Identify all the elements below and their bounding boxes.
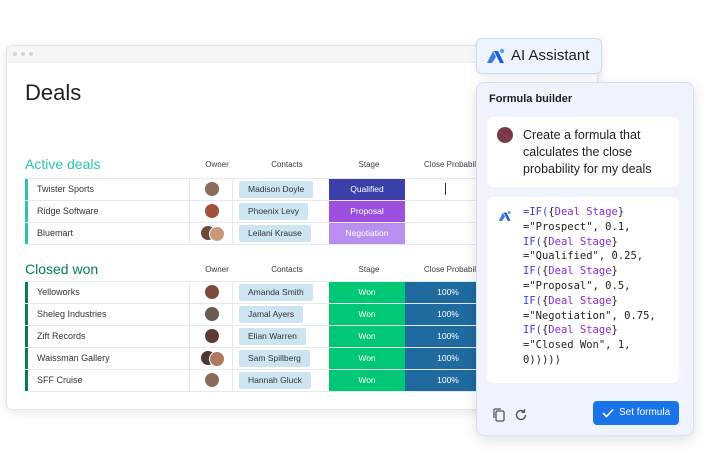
table-row[interactable]: Ridge Software Phoenix Levy Proposal — [25, 201, 495, 223]
table-row[interactable]: SFF Cruise Hannah Gluck Won 100% — [25, 370, 495, 392]
user-prompt-card: Create a formula that calculates the clo… — [487, 117, 679, 187]
stage-cell[interactable]: Proposal — [329, 201, 405, 222]
stage-cell[interactable]: Won — [329, 282, 405, 303]
table-row[interactable]: Waissman Gallery Sam Spillberg Won 100% — [25, 348, 495, 370]
stage-cell[interactable]: Won — [329, 304, 405, 325]
deal-name[interactable]: Twister Sports — [37, 184, 94, 194]
table-row[interactable]: Sheleg Industries Jamal Ayers Won 100% — [25, 304, 495, 326]
divider — [232, 326, 233, 347]
contact-chip[interactable]: Sam Spillberg — [239, 350, 310, 367]
owner-avatar[interactable] — [205, 329, 219, 343]
divider — [232, 201, 233, 222]
ai-assistant-label: AI Assistant — [511, 47, 590, 64]
check-icon — [602, 408, 614, 418]
contact-chip[interactable]: Amanda Smith — [239, 284, 313, 301]
active-rows: Twister Sports Madison Doyle Qualified R… — [25, 178, 495, 245]
ai-assistant-button[interactable]: AI Assistant — [476, 38, 602, 74]
table-row[interactable]: Twister Sports Madison Doyle Qualified — [25, 179, 495, 201]
board-title: Deals — [25, 80, 82, 105]
deal-name[interactable]: Ridge Software — [37, 206, 99, 216]
divider — [189, 348, 190, 369]
owner-avatar[interactable] — [205, 307, 219, 321]
divider — [189, 304, 190, 325]
closed-rows: Yelloworks Amanda Smith Won 100% Sheleg … — [25, 281, 495, 392]
copy-icon[interactable] — [491, 407, 507, 423]
ai-logo-icon — [498, 210, 511, 221]
table-row[interactable]: Bluemart Leilani Krause Negotiation — [25, 223, 495, 245]
set-formula-button[interactable]: Set formula — [593, 401, 679, 425]
contact-chip[interactable]: Madison Doyle — [239, 181, 314, 198]
stage-cell[interactable]: Negotiation — [329, 223, 405, 244]
deal-name[interactable]: Zift Records — [37, 331, 86, 341]
stage-cell[interactable]: Won — [329, 326, 405, 347]
divider — [189, 179, 190, 200]
divider — [232, 282, 233, 303]
deal-name[interactable]: SFF Cruise — [37, 375, 83, 385]
prompt-text: Create a formula that calculates the clo… — [523, 128, 652, 176]
divider — [232, 304, 233, 325]
divider — [189, 282, 190, 303]
col-header-owner[interactable]: Owner — [197, 265, 237, 274]
window-dot — [29, 52, 33, 56]
stage-cell[interactable]: Won — [329, 348, 405, 369]
stage-cell[interactable]: Qualified — [329, 179, 405, 200]
formula-response-card: =IF({Deal Stage} ="Prospect", 0.1, IF({D… — [487, 197, 679, 383]
window-dot — [13, 52, 17, 56]
set-formula-label: Set formula — [619, 407, 671, 418]
divider — [189, 326, 190, 347]
deal-name[interactable]: Yelloworks — [37, 287, 80, 297]
divider — [232, 179, 233, 200]
text-cursor — [445, 183, 446, 195]
divider — [189, 223, 190, 244]
deal-name[interactable]: Sheleg Industries — [37, 309, 107, 319]
stage-cell[interactable]: Won — [329, 370, 405, 391]
owner-avatar[interactable] — [205, 285, 219, 299]
deal-name[interactable]: Waissman Gallery — [37, 353, 110, 363]
owner-avatar[interactable] — [205, 204, 219, 218]
contact-chip[interactable]: Jamal Ayers — [239, 306, 304, 323]
col-header-contacts[interactable]: Contacts — [237, 265, 337, 274]
table-row[interactable]: Yelloworks Amanda Smith Won 100% — [25, 282, 495, 304]
user-avatar — [497, 127, 513, 143]
owner-avatar[interactable] — [209, 226, 225, 242]
owner-avatar[interactable] — [205, 373, 219, 387]
formula-builder-panel: Formula builder Create a formula that ca… — [476, 82, 694, 436]
deal-name[interactable]: Bluemart — [37, 228, 73, 238]
formula-code[interactable]: =IF({Deal Stage} ="Prospect", 0.1, IF({D… — [523, 205, 679, 368]
group-title-closed[interactable]: Closed won — [25, 261, 98, 277]
panel-title: Formula builder — [489, 93, 573, 105]
regenerate-icon[interactable] — [513, 407, 529, 423]
col-header-contacts[interactable]: Contacts — [237, 160, 337, 169]
divider — [189, 201, 190, 222]
col-header-stage[interactable]: Stage — [331, 160, 407, 169]
group-title-active[interactable]: Active deals — [25, 156, 100, 172]
contact-chip[interactable]: Elian Warren — [239, 328, 306, 345]
divider — [232, 370, 233, 391]
contact-chip[interactable]: Phoenix Levy — [239, 203, 309, 220]
col-header-stage[interactable]: Stage — [331, 265, 407, 274]
col-header-owner[interactable]: Owner — [197, 160, 237, 169]
table-row[interactable]: Zift Records Elian Warren Won 100% — [25, 326, 495, 348]
owner-avatar[interactable] — [205, 182, 219, 196]
owner-avatar[interactable] — [209, 351, 225, 367]
ai-logo-icon — [487, 48, 505, 63]
window-dot — [21, 52, 25, 56]
divider — [232, 348, 233, 369]
contact-chip[interactable]: Leilani Krause — [239, 225, 311, 242]
divider — [232, 223, 233, 244]
divider — [189, 370, 190, 391]
contact-chip[interactable]: Hannah Gluck — [239, 372, 311, 389]
